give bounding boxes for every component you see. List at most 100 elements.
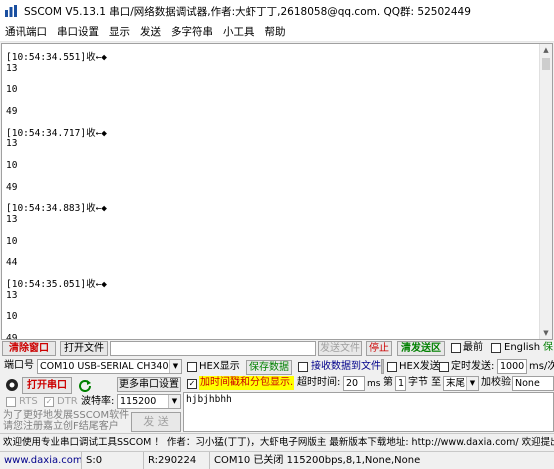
- baud-value: 115200: [120, 396, 157, 407]
- file-path-input[interactable]: [110, 341, 316, 356]
- last-checkbox[interactable]: [451, 343, 461, 353]
- log-value-line: 10: [6, 235, 18, 247]
- menu-item-serial-settings[interactable]: 串口设置: [52, 24, 104, 39]
- dtr-label: DTR: [57, 396, 78, 407]
- english-checkbox[interactable]: [491, 343, 501, 353]
- save-data-button[interactable]: 保存数据: [246, 360, 292, 375]
- log-value-line: 13: [6, 213, 18, 225]
- menu-bar: 通讯端口 串口设置 显示 发送 多字符串 小工具 帮助: [0, 22, 554, 42]
- nth-input[interactable]: 1: [395, 376, 406, 391]
- timestamp-label: 加时间戳和分包显示.: [199, 376, 295, 390]
- menu-item-send[interactable]: 发送: [135, 24, 166, 39]
- splitter: [381, 359, 384, 374]
- received-count: R:290224: [144, 452, 210, 469]
- clear-send-area-button[interactable]: 清发送区: [397, 341, 445, 356]
- hex-display-label: HEX显示: [199, 361, 240, 372]
- log-value-line: 10: [6, 159, 18, 171]
- send-button[interactable]: 发 送: [131, 412, 181, 432]
- log-timestamp-line: [10:54:35.051]收←◆: [6, 278, 108, 290]
- clear-window-button[interactable]: 清除窗口: [2, 341, 56, 356]
- log-value-line: 13: [6, 62, 18, 74]
- more-settings-button[interactable]: 更多串口设置: [117, 377, 181, 392]
- log-timestamp-line: [10:54:34.717]收←◆: [6, 127, 108, 139]
- byte-to-label: 字节 至: [408, 377, 442, 388]
- open-file-button[interactable]: 打开文件: [60, 341, 108, 356]
- menu-item-display[interactable]: 显示: [104, 24, 135, 39]
- port-value: COM10 USB-SERIAL CH340: [40, 361, 169, 372]
- hex-send-checkbox[interactable]: [387, 362, 397, 372]
- recv-to-file-label: 接收数据到文件: [311, 361, 381, 372]
- log-value-line: [6, 301, 107, 312]
- log-timestamp-line: [10:54:34.883]收←◆: [6, 203, 108, 215]
- promo-text[interactable]: 为了更好地发展SSCOM软件 请您注册嘉立创F结尾客户: [3, 410, 129, 432]
- log-value-line: 13: [6, 289, 18, 301]
- log-value-line: [6, 75, 107, 86]
- nth-label: 第: [383, 377, 393, 388]
- chevron-down-icon[interactable]: ▼: [168, 395, 180, 408]
- sent-count: S:0: [82, 452, 144, 469]
- stop-button[interactable]: 停止: [366, 341, 392, 356]
- log-value-line: 10: [6, 84, 18, 96]
- port-status-icon: [6, 379, 18, 391]
- receive-log[interactable]: [10:54:34.551]收←◆ 13 10 49 [10:54:34.717]收←◆…: [1, 43, 553, 340]
- timestamp-checkbox[interactable]: ✓: [187, 379, 197, 389]
- chevron-down-icon[interactable]: ▼: [169, 360, 181, 373]
- status-bar: www.daxia.com S:0 R:290224 COM10 已关闭 115…: [0, 451, 554, 469]
- timeout-label: 超时时间:: [297, 377, 341, 388]
- log-value-line: [6, 150, 107, 161]
- log-value-line: 13: [6, 138, 18, 150]
- rts-checkbox[interactable]: [6, 397, 16, 407]
- checksum-value: None: [515, 378, 540, 389]
- log-lines: [10:54:34.551]收←◆ 13 10 49 [10:54:34.717]收←◆…: [6, 52, 108, 339]
- menu-item-multi-string[interactable]: 多字符串: [166, 24, 218, 39]
- refresh-icon[interactable]: [78, 378, 92, 392]
- dtr-checkbox[interactable]: ✓: [44, 397, 54, 407]
- menu-item-help[interactable]: 帮助: [260, 24, 291, 39]
- log-value-line: 10: [6, 311, 18, 323]
- tail-select[interactable]: 末尾 ▼: [443, 376, 479, 391]
- log-value-line: 49: [6, 181, 18, 193]
- hex-send-label: HEX发送: [399, 361, 440, 372]
- checksum-label: 加校验: [481, 377, 511, 388]
- send-textarea[interactable]: hjbjhbhh: [183, 392, 554, 432]
- send-file-button[interactable]: 发送文件: [318, 341, 362, 356]
- tail-value: 末尾: [446, 378, 466, 389]
- checksum-select[interactable]: None: [512, 376, 554, 391]
- scroll-down-icon[interactable]: ▼: [540, 327, 552, 339]
- scroll-thumb[interactable]: [542, 58, 550, 70]
- log-timestamp-line: [10:54:34.551]收←◆: [6, 52, 108, 63]
- recv-to-file-checkbox[interactable]: [298, 362, 308, 372]
- chevron-down-icon[interactable]: ▼: [466, 377, 478, 390]
- timed-unit-label: ms/次: [529, 361, 554, 372]
- log-value-line: [6, 118, 107, 129]
- log-value-line: [6, 226, 107, 237]
- website-link[interactable]: www.daxia.com: [0, 452, 82, 469]
- save-params-label[interactable]: 保: [543, 341, 553, 355]
- app-icon: [5, 5, 17, 17]
- hex-display-checkbox[interactable]: [187, 362, 197, 372]
- scroll-up-icon[interactable]: ▲: [540, 44, 552, 56]
- baud-label: 波特率:: [81, 396, 115, 407]
- log-scrollbar[interactable]: ▲ ▼: [539, 44, 552, 339]
- log-value-line: 44: [6, 257, 18, 269]
- port-select[interactable]: COM10 USB-SERIAL CH340 ▼: [37, 359, 182, 374]
- log-value-line: 49: [6, 105, 18, 117]
- timed-send-label: 定时发送:: [451, 361, 495, 372]
- timeout-input[interactable]: 20: [343, 376, 365, 391]
- log-value-line: [6, 323, 107, 334]
- timed-send-checkbox[interactable]: [439, 362, 449, 372]
- port-state: COM10 已关闭 115200bps,8,1,None,None: [214, 455, 421, 466]
- rts-label: RTS: [19, 396, 38, 407]
- menu-item-port[interactable]: 通讯端口: [0, 24, 52, 39]
- port-label: 端口号: [4, 360, 34, 371]
- title-bar: SSCOM V5.13.1 串口/网络数据调试器,作者:大虾丁丁,2618058…: [0, 0, 554, 22]
- info-bar: 欢迎使用专业串口调试工具SSCOM ！ 作者：习小猛(丁丁)，大虾电子网版主 最…: [0, 433, 554, 451]
- open-port-button[interactable]: 打开串口: [22, 377, 72, 394]
- timed-interval-input[interactable]: 1000: [497, 359, 527, 374]
- baud-select[interactable]: 115200 ▼: [117, 394, 181, 409]
- menu-item-tools[interactable]: 小工具: [218, 24, 260, 39]
- english-label: English: [504, 342, 541, 353]
- log-value-line: [6, 172, 107, 183]
- timeout-unit-label: ms: [367, 379, 381, 389]
- last-label: 最前: [463, 342, 483, 353]
